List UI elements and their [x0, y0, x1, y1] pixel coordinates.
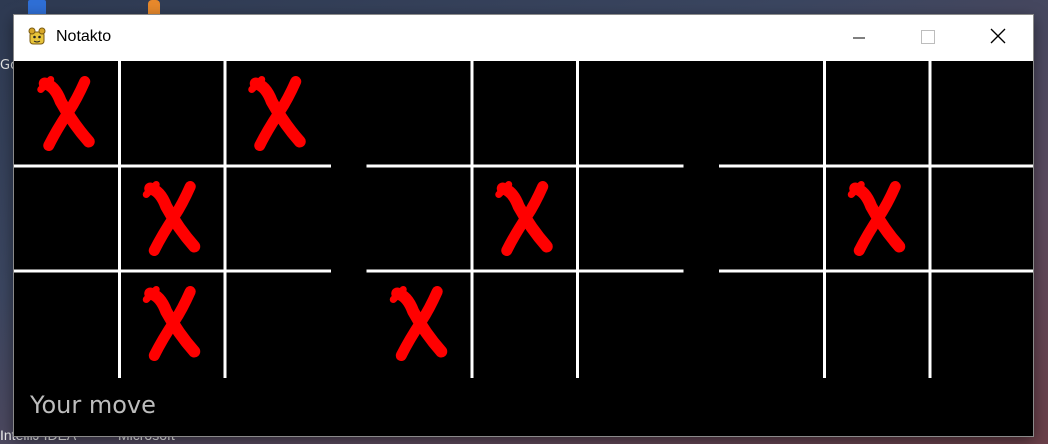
- board-cell[interactable]: [578, 61, 684, 166]
- board-cell[interactable]: [719, 61, 825, 166]
- title-bar[interactable]: Notakto: [14, 15, 1033, 61]
- board-1[interactable]: [14, 61, 331, 378]
- board-cell[interactable]: [578, 166, 684, 271]
- minimize-button[interactable]: [836, 15, 882, 61]
- board-cell[interactable]: [825, 271, 931, 376]
- close-icon: [990, 28, 1006, 48]
- board-cell[interactable]: [367, 61, 473, 166]
- window-title: Notakto: [56, 28, 112, 45]
- game-canvas[interactable]: Your move: [14, 61, 1033, 436]
- board-cell[interactable]: [14, 166, 120, 271]
- board-cell[interactable]: [719, 166, 825, 271]
- maximize-button[interactable]: [905, 15, 951, 61]
- board-cell[interactable]: [930, 166, 1033, 271]
- board-cell[interactable]: [367, 166, 473, 271]
- board-cell[interactable]: [825, 61, 931, 166]
- app-window: Notakto Your move: [14, 15, 1033, 436]
- board-cell[interactable]: [225, 166, 331, 271]
- desktop-icon-fragment: [28, 0, 46, 14]
- board-cell[interactable]: [719, 271, 825, 376]
- minimize-icon: [853, 29, 865, 48]
- close-button[interactable]: [975, 15, 1021, 61]
- board-3[interactable]: [719, 61, 1033, 378]
- status-message: Your move: [30, 391, 156, 419]
- board-cell[interactable]: [225, 271, 331, 376]
- board-cell[interactable]: [120, 61, 226, 166]
- python-snake-icon: [26, 26, 48, 48]
- board-cell[interactable]: [472, 271, 578, 376]
- maximize-icon: [921, 29, 935, 48]
- desktop-icon-fragment: [148, 0, 160, 14]
- board-cell[interactable]: [930, 271, 1033, 376]
- board-cell[interactable]: [14, 271, 120, 376]
- board-2[interactable]: [366, 61, 684, 378]
- board-cell[interactable]: [578, 271, 684, 376]
- boards-layer[interactable]: [14, 61, 1033, 391]
- board-cell[interactable]: [930, 61, 1033, 166]
- board-cell[interactable]: [472, 61, 578, 166]
